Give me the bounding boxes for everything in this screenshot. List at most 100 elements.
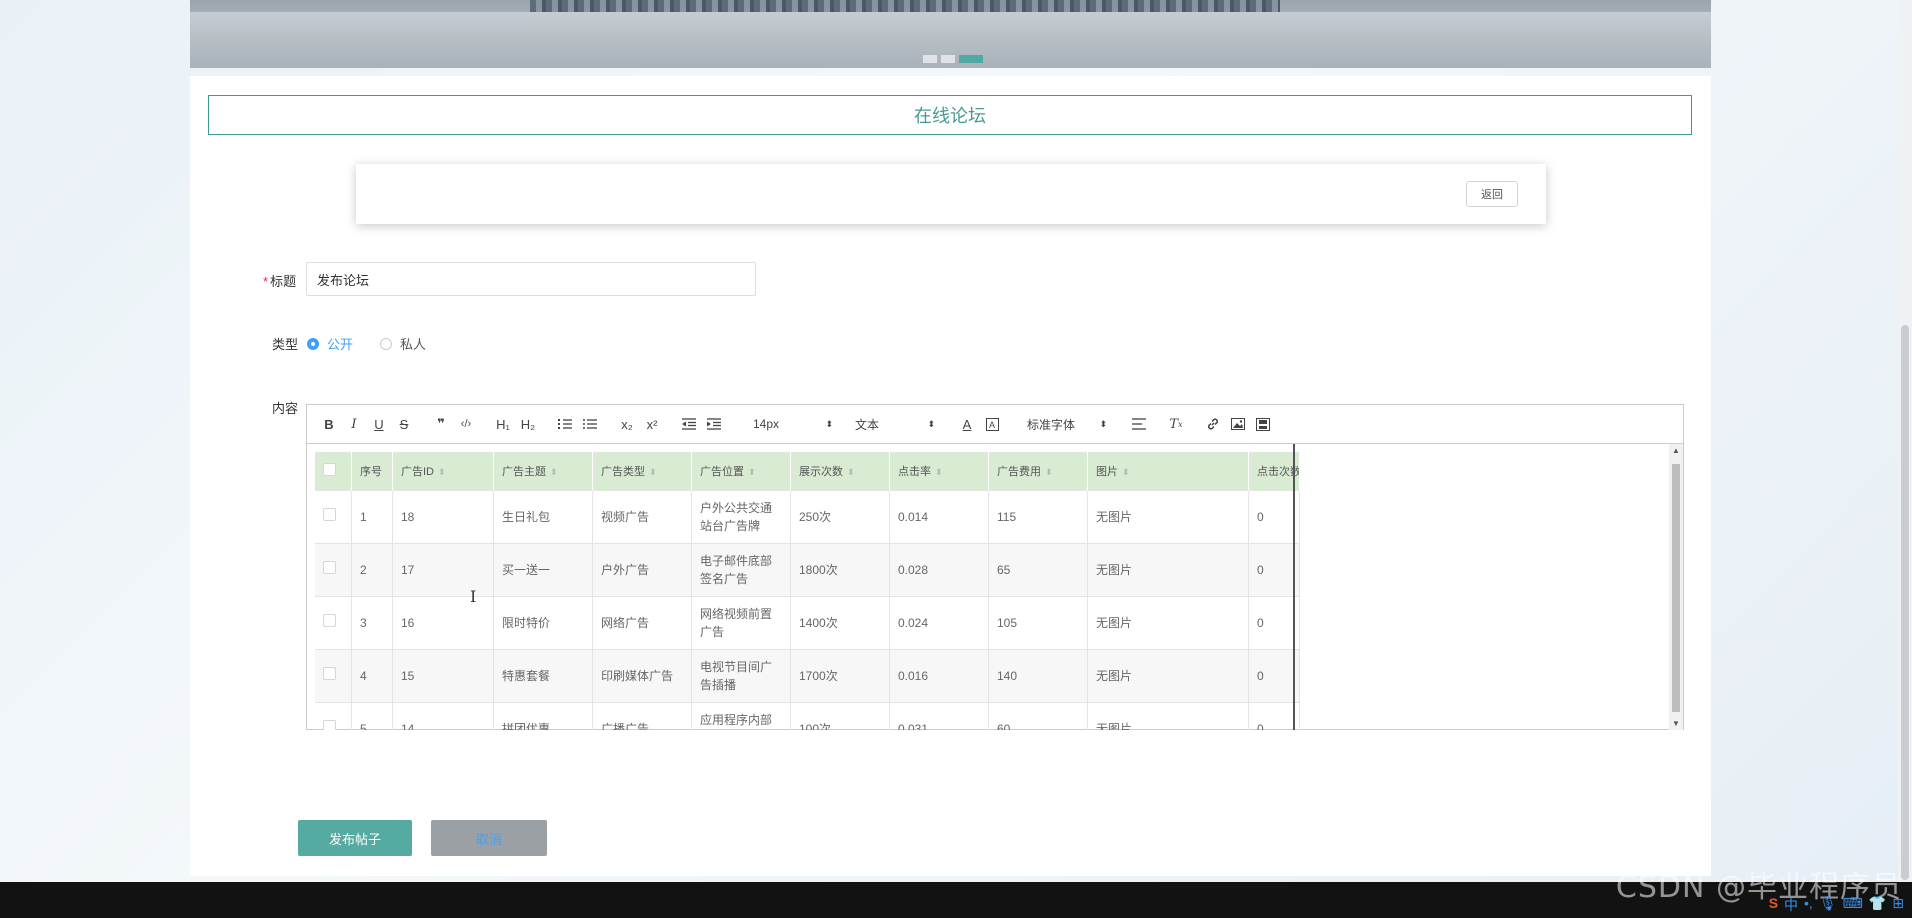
blockquote-button[interactable]: ❞	[431, 414, 451, 434]
italic-button[interactable]: I	[344, 414, 364, 434]
row-checkbox[interactable]	[323, 508, 336, 521]
page-scrollbar[interactable]	[1898, 0, 1912, 882]
table-cell: 网络广告	[592, 596, 692, 650]
title-label: * 标题	[263, 271, 296, 290]
table-row[interactable]: 3 16 限时特价 网络广告 网络视频前置广告 1400次 0.024 105 无图片 0	[315, 596, 1300, 650]
radio-private[interactable]: 私人	[380, 334, 426, 353]
font-color-icon[interactable]: A	[957, 414, 977, 434]
indent-icon[interactable]	[704, 414, 724, 434]
row-checkbox-cell[interactable]	[315, 649, 352, 703]
page-scrollbar-thumb[interactable]	[1901, 325, 1909, 880]
punctuation-icon[interactable]: •,	[1804, 895, 1813, 915]
table-cell: 14	[392, 702, 494, 730]
radio-private-circle[interactable]	[380, 337, 392, 350]
table-row[interactable]: 4 15 特惠套餐 印刷媒体广告 电视节目间广告插播 1700次 0.016 140 无图片 0	[315, 649, 1300, 703]
table-row[interactable]: 514拼团优惠广播广告应用程序内部插页广告100次0.03160无图片0	[315, 702, 1300, 730]
table-row[interactable]: 2 17 买一送一 户外广告 电子邮件底部签名广告 1800次 0.028 65 无图片 0	[315, 543, 1300, 597]
paragraph-select[interactable]: 文本 ⬍	[855, 416, 935, 433]
column-header[interactable]: 广告类型 ⬍	[592, 452, 692, 491]
bold-button[interactable]: B	[319, 414, 339, 434]
title-input[interactable]: 发布论坛	[306, 262, 756, 296]
table-cell: 0.031	[889, 702, 989, 730]
radio-public-circle[interactable]	[307, 337, 319, 350]
sort-icon[interactable]: ⬍	[438, 467, 446, 477]
editor-scrollbar[interactable]: ▲ ▼	[1669, 444, 1683, 730]
strike-button[interactable]: S	[394, 414, 414, 434]
column-header[interactable]: 广告费用 ⬍	[988, 452, 1088, 491]
scroll-up-arrow-icon[interactable]: ▲	[1669, 446, 1683, 455]
row-checkbox-cell[interactable]	[315, 490, 352, 544]
sort-icon[interactable]: ⬍	[550, 467, 558, 477]
radio-public[interactable]: 公开	[307, 334, 353, 353]
cancel-button[interactable]: 取消	[431, 820, 547, 856]
bullet-list-icon[interactable]	[580, 414, 600, 434]
row-checkbox-cell[interactable]	[315, 543, 352, 597]
carousel-dot-active[interactable]	[959, 55, 983, 63]
skin-icon[interactable]: 👕	[1869, 895, 1886, 915]
sort-icon[interactable]: ⬍	[847, 467, 855, 477]
sort-icon[interactable]: ⬍	[1122, 467, 1130, 477]
column-header[interactable]: 广告位置 ⬍	[691, 452, 791, 491]
carousel-dot[interactable]	[923, 55, 937, 63]
keyboard-icon[interactable]: ⌨	[1843, 895, 1863, 915]
mic-icon[interactable]: 🎙	[1819, 895, 1837, 915]
outdent-icon[interactable]	[679, 414, 699, 434]
heading1-button[interactable]: H₁	[493, 414, 513, 434]
sort-icon[interactable]: ⬍	[748, 467, 756, 477]
column-header[interactable]: 展示次数 ⬍	[790, 452, 890, 491]
font-size-select[interactable]: 14px ⬍	[753, 417, 833, 431]
row-checkbox[interactable]	[323, 720, 336, 730]
rich-text-editor[interactable]: B I U S ❞ ‹/› H₁ H₂ x₂ x² 14px ⬍ 文本 ⬍ A …	[306, 404, 1684, 730]
svg-text:A: A	[989, 420, 995, 430]
select-all-checkbox[interactable]	[323, 463, 336, 476]
background-color-icon[interactable]: A	[982, 414, 1002, 434]
video-icon[interactable]	[1253, 414, 1273, 434]
carousel-indicators[interactable]	[923, 55, 983, 63]
carousel-dot[interactable]	[941, 55, 955, 63]
table-cell: 17	[392, 543, 494, 597]
heading2-button[interactable]: H₂	[518, 414, 538, 434]
banner-buildings	[530, 0, 1280, 12]
row-checkbox-cell[interactable]	[315, 596, 352, 650]
row-checkbox[interactable]	[323, 667, 336, 680]
link-icon[interactable]	[1203, 414, 1223, 434]
sort-icon[interactable]: ⬍	[1045, 467, 1053, 477]
scrollbar-thumb[interactable]	[1672, 464, 1680, 712]
image-icon[interactable]	[1228, 414, 1248, 434]
column-header[interactable]: 广告主题 ⬍	[493, 452, 593, 491]
superscript-button[interactable]: x²	[642, 414, 662, 434]
sort-icon[interactable]: ⬍	[935, 467, 943, 477]
ime-mode-icon[interactable]: 中	[1784, 895, 1798, 915]
header-checkbox-cell[interactable]	[315, 452, 352, 491]
font-family-select[interactable]: 标准字体 ⬍	[1027, 416, 1107, 433]
underline-button[interactable]: U	[369, 414, 389, 434]
submit-post-button[interactable]: 发布帖子	[298, 820, 412, 856]
table-row[interactable]: 1 18 生日礼包 视频广告 户外公共交通站台广告牌 250次 0.014 115 无图片 0	[315, 490, 1300, 544]
table-cell: 无图片	[1087, 596, 1249, 650]
column-header[interactable]: 点击率 ⬍	[889, 452, 989, 491]
sogou-ime-icon[interactable]: S	[1769, 895, 1778, 915]
settings-grid-icon[interactable]: ⊞	[1892, 895, 1904, 915]
code-block-button[interactable]: ‹/›	[456, 414, 476, 434]
table-header-row: 序号 广告ID ⬍ 广告主题 ⬍ 广告类型 ⬍ 广告位置 ⬍ 展示次数 ⬍ 点击率 ⬍ 广告…	[315, 452, 1300, 491]
ordered-list-icon[interactable]	[555, 414, 575, 434]
table-cell: 0	[1248, 649, 1300, 703]
row-checkbox[interactable]	[323, 614, 336, 627]
table-cell: 限时特价	[493, 596, 593, 650]
row-checkbox[interactable]	[323, 561, 336, 574]
clear-format-icon[interactable]: Tx	[1166, 414, 1186, 434]
editor-content[interactable]: 序号 广告ID ⬍ 广告主题 ⬍ 广告类型 ⬍ 广告位置 ⬍ 展示次数 ⬍ 点击率 ⬍ 广告…	[307, 444, 1683, 730]
column-header[interactable]: 广告ID ⬍	[392, 452, 494, 491]
back-button[interactable]: 返回	[1466, 181, 1518, 207]
column-header-label: 广告ID	[401, 466, 434, 478]
subscript-button[interactable]: x₂	[617, 414, 637, 434]
align-icon[interactable]	[1129, 414, 1149, 434]
column-header-label: 广告费用	[997, 466, 1041, 478]
sort-icon[interactable]: ⬍	[649, 467, 657, 477]
page-title: 在线论坛	[208, 95, 1692, 135]
table-cell: 5	[351, 702, 393, 730]
column-header[interactable]: 图片 ⬍	[1087, 452, 1249, 491]
scroll-down-arrow-icon[interactable]: ▼	[1669, 719, 1683, 728]
row-checkbox-cell[interactable]	[315, 702, 352, 730]
column-header[interactable]: 点击次数	[1248, 452, 1300, 491]
